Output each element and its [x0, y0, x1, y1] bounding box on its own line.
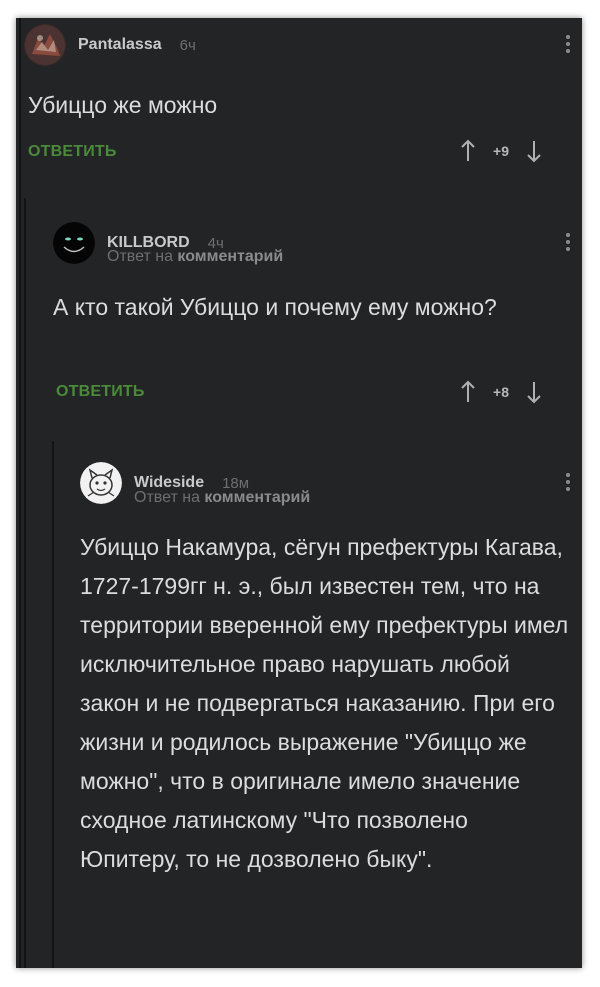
- comment-time: 6ч: [179, 36, 196, 54]
- more-options-icon[interactable]: [563, 32, 573, 58]
- comment-header: Pantalassa 6ч: [24, 24, 196, 66]
- reply-to-prefix: Ответ на: [134, 489, 200, 506]
- avatar[interactable]: [24, 24, 66, 66]
- thread-line-level-2: [24, 198, 26, 968]
- downvote-icon[interactable]: [525, 380, 543, 404]
- thread-line-level-1: [19, 18, 21, 968]
- more-options-icon[interactable]: [563, 230, 573, 256]
- more-options-icon[interactable]: [563, 470, 573, 496]
- comment-text: Убиццо же можно: [28, 92, 218, 118]
- comment-text: Убиццо Накамура, сёгун префектуры Кагава…: [80, 534, 569, 872]
- reply-to-line: Ответ на комментарий: [134, 489, 310, 507]
- score: +8: [493, 384, 509, 400]
- avatar[interactable]: [80, 462, 122, 504]
- comment-thread: Pantalassa 6ч Убиццо же можно ОТВЕТИТЬ +…: [16, 18, 582, 968]
- avatar[interactable]: [53, 222, 95, 264]
- thread-line-level-3: [52, 441, 54, 968]
- comment-text: А кто такой Убиццо и почему ему можно?: [53, 294, 497, 320]
- vote-controls: +8: [459, 380, 543, 404]
- vote-controls: +9: [459, 139, 543, 163]
- reply-to-link[interactable]: комментарий: [177, 248, 283, 265]
- author-name[interactable]: Pantalassa: [78, 36, 162, 54]
- downvote-icon[interactable]: [525, 139, 543, 163]
- reply-to-line: Ответ на комментарий: [107, 248, 283, 266]
- reply-button[interactable]: ОТВЕТИТЬ: [28, 143, 117, 161]
- reply-to-prefix: Ответ на: [107, 248, 173, 265]
- reply-to-link[interactable]: комментарий: [204, 489, 310, 506]
- score: +9: [493, 143, 509, 159]
- reply-button[interactable]: ОТВЕТИТЬ: [56, 383, 145, 401]
- upvote-icon[interactable]: [459, 380, 477, 404]
- upvote-icon[interactable]: [459, 139, 477, 163]
